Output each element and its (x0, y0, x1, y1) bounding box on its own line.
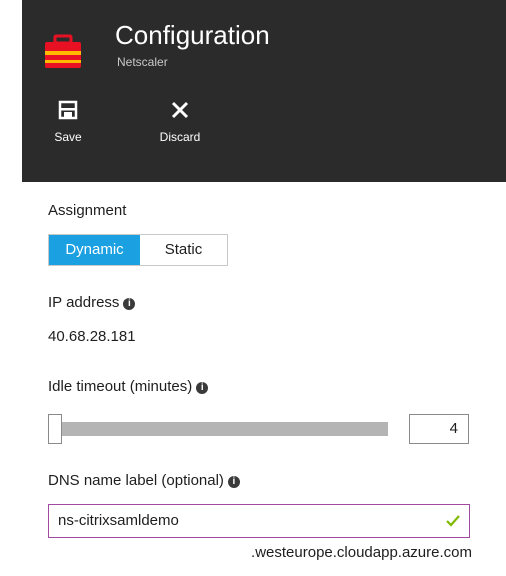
discard-button[interactable]: Discard (148, 100, 212, 156)
assignment-label: Assignment (48, 202, 127, 219)
dns-name-value: ns-citrixsamldemo (58, 512, 179, 529)
slider-track (58, 422, 388, 436)
page-subtitle: Netscaler (117, 55, 168, 69)
dns-label: DNS name label (optional) (48, 472, 224, 489)
info-icon[interactable]: i (227, 476, 240, 488)
idle-timeout-label-row: Idle timeout (minutes) i (48, 378, 209, 395)
config-form: Assignment Dynamic Static IP address i 40… (22, 182, 506, 576)
idle-timeout-input[interactable]: 4 (409, 414, 469, 444)
discard-label: Discard (159, 130, 201, 144)
close-icon (171, 101, 189, 119)
blade-header: Configuration Netscaler Save Discard (22, 0, 506, 182)
save-label: Save (54, 130, 82, 144)
ip-address-value: 40.68.28.181 (48, 328, 136, 345)
dns-suffix: .westeurope.cloudapp.azure.com (251, 544, 472, 561)
idle-timeout-label: Idle timeout (minutes) (48, 378, 193, 395)
assignment-option-static[interactable]: Static (140, 235, 227, 265)
ip-address-label-row: IP address i (48, 294, 136, 311)
dns-name-input[interactable]: ns-citrixsamldemo (48, 504, 470, 538)
ip-address-label: IP address (48, 294, 120, 311)
toolbox-icon (45, 34, 81, 68)
save-button[interactable]: Save (36, 100, 100, 156)
save-icon (58, 100, 78, 120)
page-title: Configuration (115, 20, 270, 50)
left-edge (0, 0, 22, 576)
checkmark-icon (446, 515, 460, 527)
assignment-toggle: Dynamic Static (48, 234, 228, 266)
info-icon[interactable]: i (123, 298, 136, 310)
slider-thumb[interactable] (48, 414, 62, 444)
info-icon[interactable]: i (196, 382, 209, 394)
assignment-option-dynamic[interactable]: Dynamic (49, 235, 140, 265)
idle-timeout-slider[interactable] (48, 414, 398, 444)
dns-label-row: DNS name label (optional) i (48, 472, 240, 489)
